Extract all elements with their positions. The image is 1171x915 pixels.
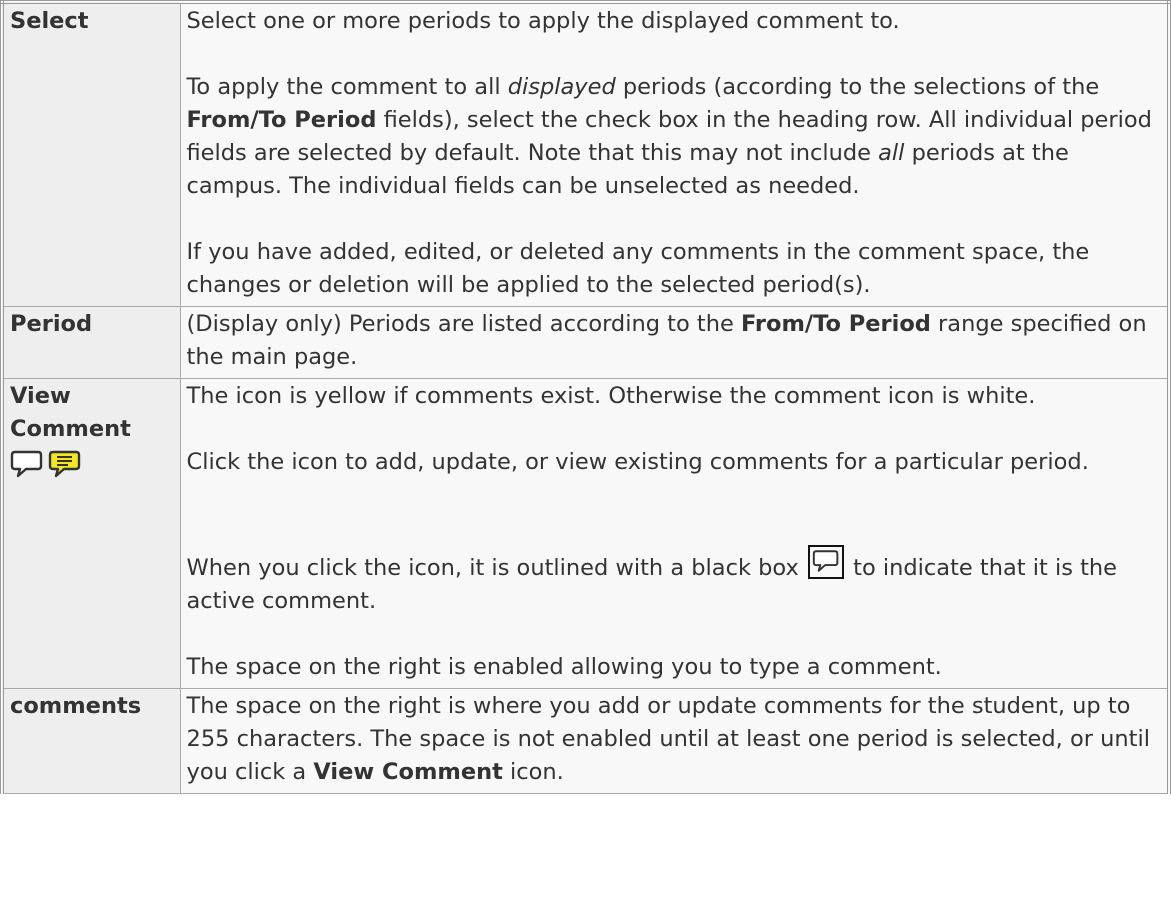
description-paragraph: The space on the right is enabled allowi… [186, 654, 942, 680]
description-cell: The space on the right is where you add … [179, 688, 1170, 794]
comment-yellow-icon [48, 448, 82, 480]
comment-white-icon [10, 448, 44, 480]
term-label: View Comment [10, 383, 131, 442]
description-paragraph: If you have added, edited, or deleted an… [186, 239, 1090, 298]
description-paragraph: Click the icon to add, update, or view e… [186, 449, 1089, 475]
term-cell: View Comment [1, 378, 181, 689]
term-cell: Period [1, 306, 181, 379]
description-paragraph: The icon is yellow if comments exist. Ot… [186, 383, 1036, 409]
term-cell: comments [1, 688, 181, 794]
description-cell: (Display only) Periods are listed accord… [179, 306, 1170, 379]
icon-row [10, 448, 174, 480]
description-paragraph: Select one or more periods to apply the … [186, 8, 900, 34]
table-row-select: Select Select one or more periods to app… [1, 1, 1170, 307]
comment-active-boxed-icon [807, 545, 844, 579]
table-row-view-comment: View Comment The icon is yellow if comme… [1, 378, 1170, 689]
table-row-period: Period (Display only) Periods are listed… [1, 306, 1170, 379]
description-paragraph: When you click the icon, it is outlined … [187, 545, 1162, 618]
description-paragraph: To apply the comment to all displayed pe… [186, 74, 1152, 199]
description-cell: The icon is yellow if comments exist. Ot… [179, 378, 1170, 689]
description-paragraph: The space on the right is where you add … [186, 693, 1150, 785]
description-paragraph: (Display only) Periods are listed accord… [186, 311, 1147, 370]
field-description-table: Select Select one or more periods to app… [0, 0, 1171, 794]
description-cell: Select one or more periods to apply the … [179, 1, 1170, 307]
table-row-comments: comments The space on the right is where… [1, 688, 1170, 794]
term-cell: Select [1, 1, 181, 307]
